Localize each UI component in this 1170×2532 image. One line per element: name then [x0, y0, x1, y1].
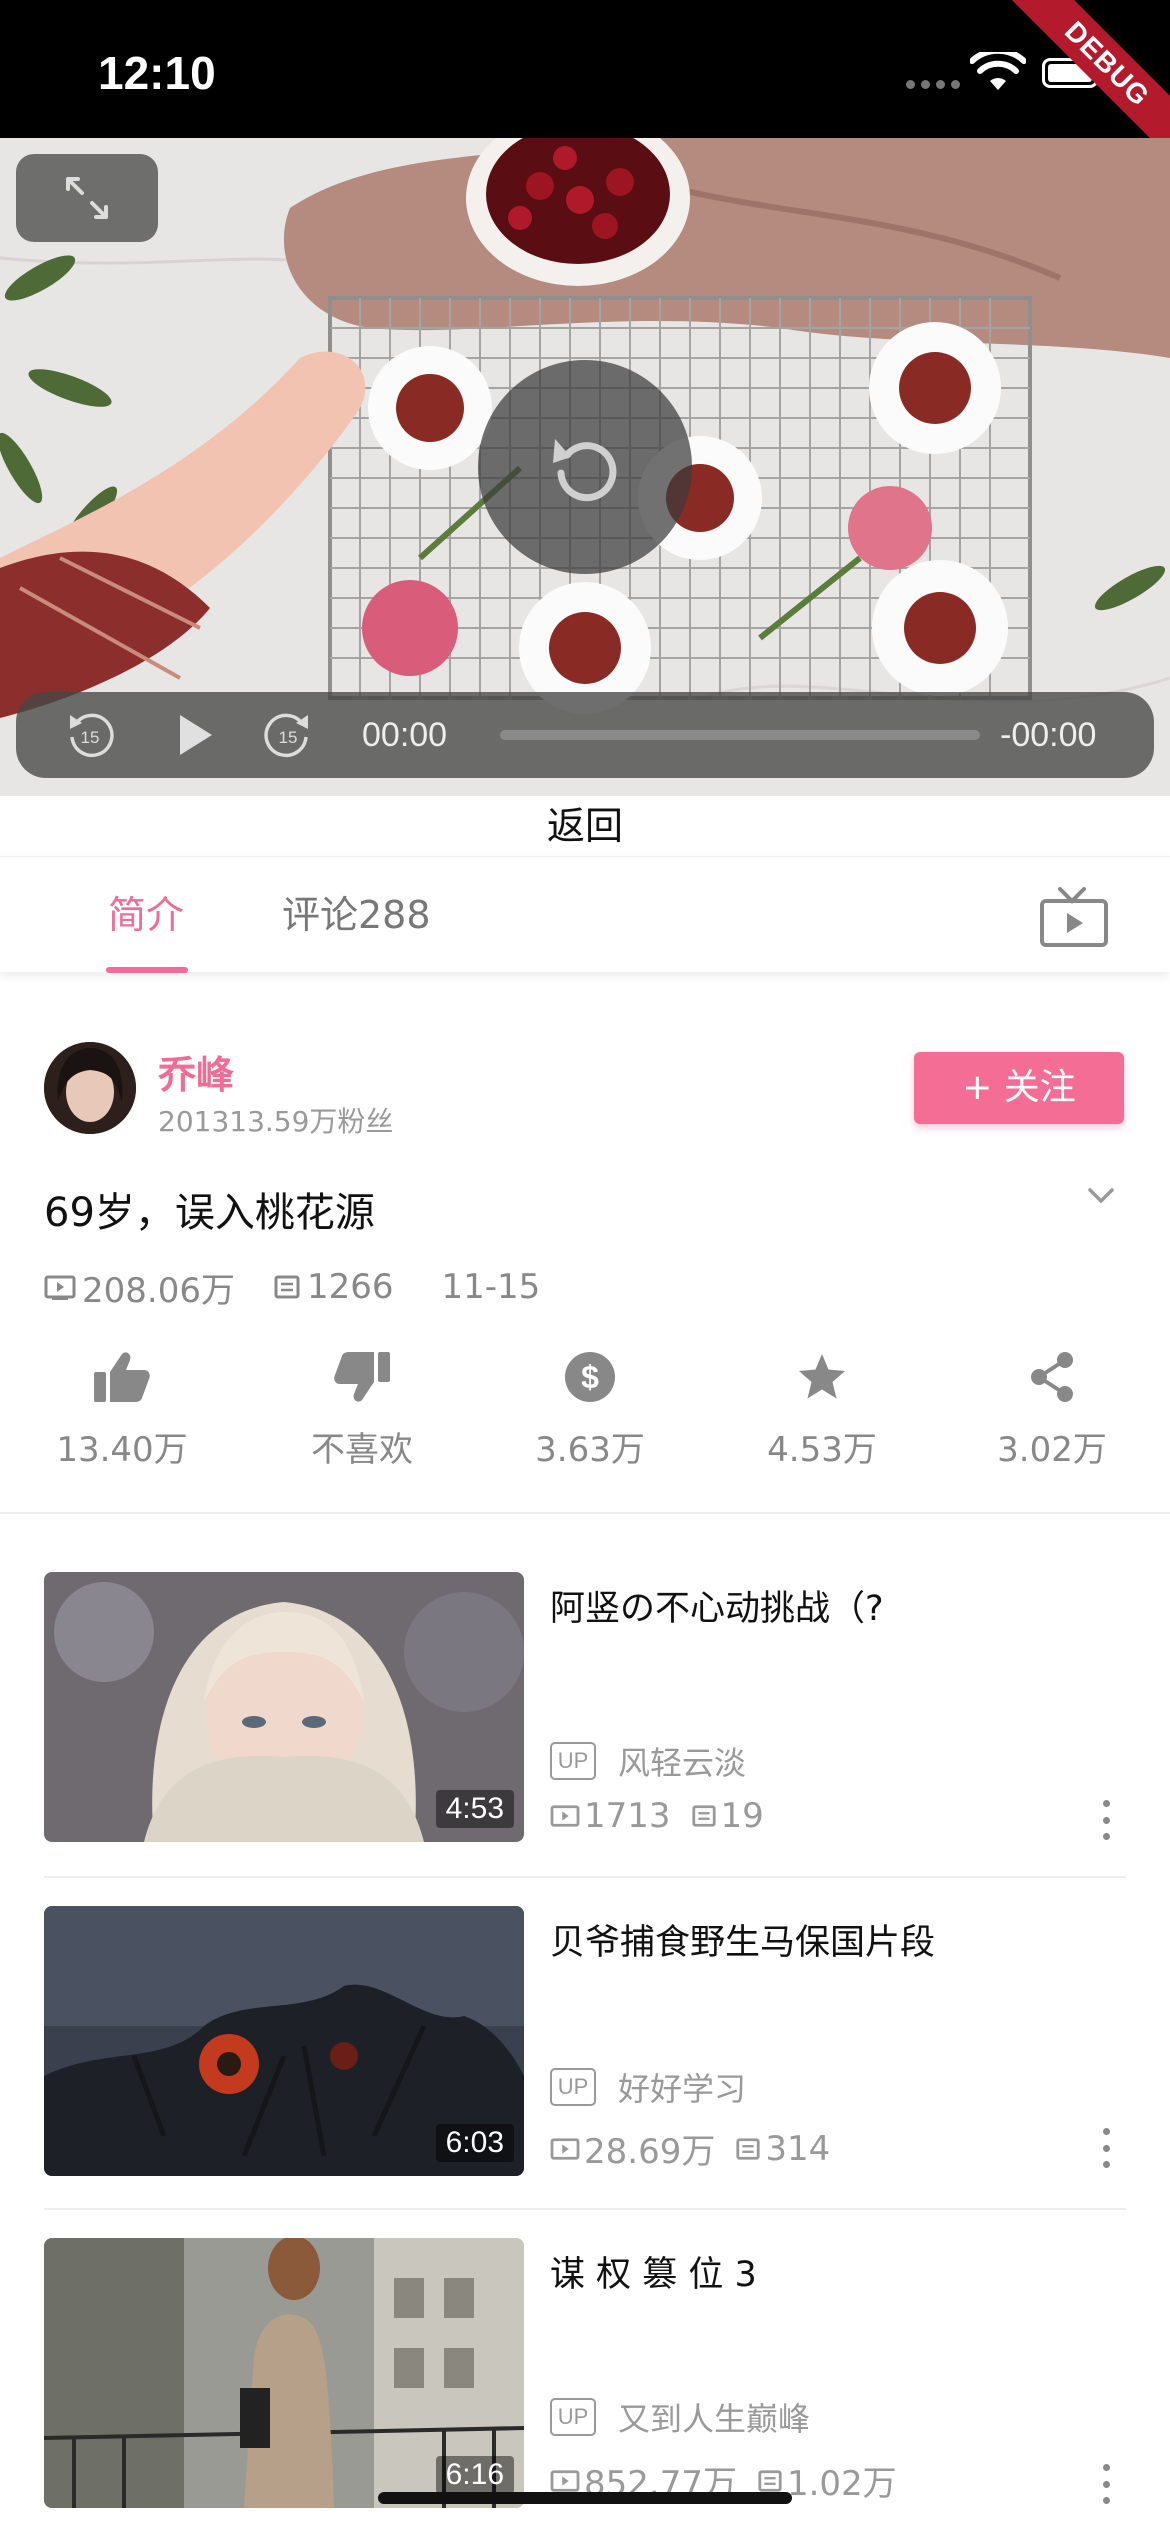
uploader: UP 好好学习 [550, 2064, 746, 2110]
list-divider [44, 2208, 1126, 2210]
play-count-icon [550, 1805, 580, 1827]
danmaku-count: 1266 [273, 1267, 394, 1307]
rewind-15-icon: 15 [70, 713, 114, 758]
expand-arrows-icon [66, 177, 108, 219]
uploader-name: 风轻云淡 [618, 1744, 747, 1782]
related-stats: 1713 19 [550, 1796, 784, 1836]
danmaku-icon [758, 2469, 782, 2492]
svg-text:$: $ [581, 1359, 599, 1395]
coin-icon: $ [565, 1352, 615, 1402]
rewind-15-button[interactable]: 15 [60, 692, 120, 778]
list-divider [44, 1876, 1126, 1878]
danmaku-icon [274, 1275, 300, 1299]
progress-bar[interactable] [500, 730, 980, 740]
favorite-button[interactable]: 4.53万 [722, 1350, 922, 1471]
more-options-icon[interactable] [1094, 2464, 1118, 2504]
current-time: 00:00 [362, 716, 448, 754]
author-fans: 201313.59万粉丝 [158, 1105, 394, 1138]
danmaku-count: 19 [691, 1796, 764, 1836]
related-stats: 28.69万 314 [550, 2124, 850, 2173]
tab-comments[interactable]: 评论288 [282, 857, 431, 973]
related-title: 贝爷捕食野生马保国片段 [550, 1923, 936, 1963]
more-options-icon[interactable] [1094, 1800, 1118, 1840]
up-badge: UP [550, 1742, 596, 1780]
list-item[interactable]: 4:53 阿竖の不心动挑战（? UP 风轻云淡 1713 19 [44, 1572, 1126, 1842]
coin-button[interactable]: $ 3.63万 [490, 1350, 690, 1471]
view-count: 208.06万 [44, 1263, 235, 1312]
action-bar: 13.40万 不喜欢 $ 3.63万 4.53万 3.02万 [0, 1350, 1170, 1500]
play-count-icon [44, 1275, 76, 1300]
uploader-name: 又到人生巅峰 [618, 2400, 811, 2438]
related-title: 阿竖の不心动挑战（? [550, 1589, 884, 1629]
back-button[interactable]: 返回 [0, 796, 1170, 856]
play-button[interactable] [166, 692, 226, 778]
wifi-icon [970, 52, 1026, 90]
list-item[interactable]: 6:16 谋 权 篡 位 3 UP 又到人生巅峰 852.77万 1.02万 [44, 2238, 1126, 2508]
svg-text:15: 15 [279, 728, 298, 747]
dislike-button[interactable]: 不喜欢 [262, 1350, 462, 1471]
video-title: 69岁，误入桃花源 [44, 1190, 375, 1236]
video-player[interactable]: 15 15 00:00 -00:00 [0, 138, 1170, 796]
tab-bar: 简介 评论288 [0, 856, 1170, 973]
more-options-icon[interactable] [1094, 2128, 1118, 2168]
tv-play-icon[interactable] [1038, 887, 1110, 949]
video-duration: 6:03 [435, 2124, 514, 2162]
view-count: 1713 [550, 1796, 671, 1836]
forward-15-icon: 15 [264, 713, 308, 758]
thumb-up-icon [94, 1352, 150, 1402]
replay-button[interactable] [478, 360, 692, 574]
status-bar: 12:10 DEBUG [0, 0, 1170, 168]
video-duration: 6:16 [435, 2456, 514, 2494]
view-count: 28.69万 [550, 2124, 715, 2173]
status-time: 12:10 [98, 47, 216, 99]
share-icon [1031, 1352, 1073, 1402]
remaining-time: -00:00 [1000, 716, 1097, 754]
up-badge: UP [550, 2068, 596, 2106]
star-icon [799, 1354, 845, 1399]
player-controls: 15 15 00:00 -00:00 [16, 692, 1154, 778]
signal-icon [906, 80, 960, 89]
video-duration: 4:53 [435, 1790, 514, 1828]
publish-date: 11-15 [441, 1267, 541, 1307]
play-icon [180, 715, 212, 755]
avatar-image [44, 1042, 136, 1134]
thumb-down-icon [334, 1352, 390, 1402]
fullscreen-button[interactable] [16, 154, 158, 242]
author-name[interactable]: 乔峰 [158, 1044, 234, 1099]
video-thumbnail[interactable]: 6:16 [44, 2238, 524, 2508]
up-badge: UP [550, 2398, 596, 2436]
danmaku-icon [691, 1805, 716, 1827]
chevron-down-icon[interactable] [1086, 1186, 1116, 1206]
forward-15-button[interactable]: 15 [258, 692, 318, 778]
list-item[interactable]: 6:03 贝爷捕食野生马保国片段 UP 好好学习 28.69万 314 [44, 1906, 1126, 2176]
section-divider [0, 1512, 1170, 1514]
video-thumbnail[interactable]: 6:03 [44, 1906, 524, 2176]
uploader: UP 风轻云淡 [550, 1738, 746, 1784]
play-count-icon [550, 2469, 580, 2492]
home-indicator[interactable] [378, 2492, 792, 2504]
follow-button[interactable]: + 关注 [914, 1052, 1124, 1124]
svg-text:15: 15 [81, 728, 100, 747]
video-meta: 208.06万 1266 11-15 [44, 1263, 578, 1312]
uploader: UP 又到人生巅峰 [550, 2394, 810, 2440]
like-button[interactable]: 13.40万 [22, 1350, 222, 1471]
replay-icon [553, 439, 617, 502]
related-title: 谋 权 篡 位 3 [550, 2255, 757, 2295]
danmaku-icon [736, 2137, 760, 2160]
tab-indicator [106, 967, 188, 973]
share-button[interactable]: 3.02万 [952, 1350, 1152, 1471]
tab-intro[interactable]: 简介 [108, 857, 184, 973]
video-thumbnail[interactable]: 4:53 [44, 1572, 524, 1842]
avatar[interactable] [44, 1042, 136, 1134]
danmaku-count: 314 [735, 2129, 830, 2169]
uploader-name: 好好学习 [618, 2070, 747, 2108]
play-count-icon [550, 2137, 580, 2160]
